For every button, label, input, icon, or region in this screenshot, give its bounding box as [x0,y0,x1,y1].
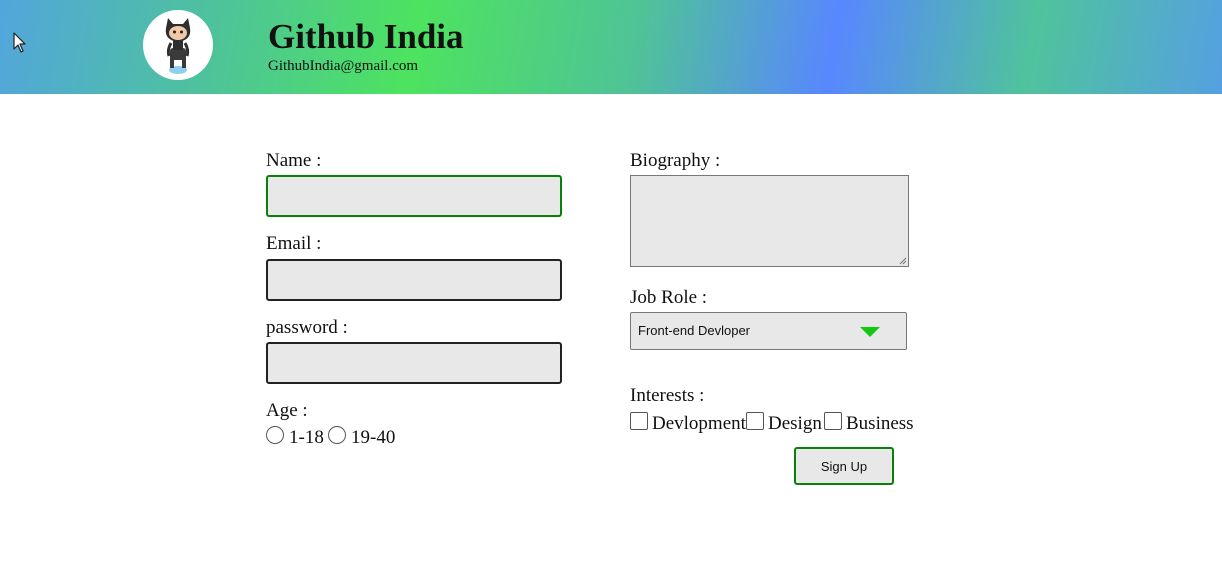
password-label: password : [266,317,348,338]
interest-checkbox-design[interactable] [746,412,764,430]
biography-label: Biography : [630,150,721,171]
interest-option-label: Design [768,413,822,434]
logo-avatar [143,10,213,80]
age-option-label: 1-18 [289,427,324,448]
site-email: GithubIndia@gmail.com [268,58,419,74]
chevron-down-icon [860,327,880,337]
password-input[interactable] [266,342,562,384]
site-title: Github India [268,17,464,56]
age-label: Age : [266,400,308,421]
name-label: Name : [266,150,322,171]
job-role-label: Job Role : [630,287,708,308]
sign-up-button[interactable]: Sign Up [794,447,894,485]
mouse-cursor-icon [13,32,26,53]
interest-option-label: Business [846,413,914,434]
site-header: Github India GithubIndia@gmail.com [0,0,1222,94]
interest-checkbox-devlopment[interactable] [630,412,648,430]
octocat-icon [165,18,191,74]
age-radio-1-18[interactable] [266,426,284,444]
age-radio-19-40[interactable] [328,426,346,444]
email-label: Email : [266,233,322,254]
interest-option-label: Devlopment [652,413,746,434]
email-input[interactable] [266,259,562,301]
name-input[interactable] [266,175,562,217]
age-option-label: 19-40 [351,427,396,448]
job-role-select[interactable]: Front-end Devloper [630,312,907,350]
biography-textarea[interactable] [630,175,909,267]
interests-label: Interests : [630,385,705,406]
interest-checkbox-business[interactable] [824,412,842,430]
job-role-selected-value: Front-end Devloper [638,323,750,338]
resize-grip-icon[interactable] [899,257,907,265]
